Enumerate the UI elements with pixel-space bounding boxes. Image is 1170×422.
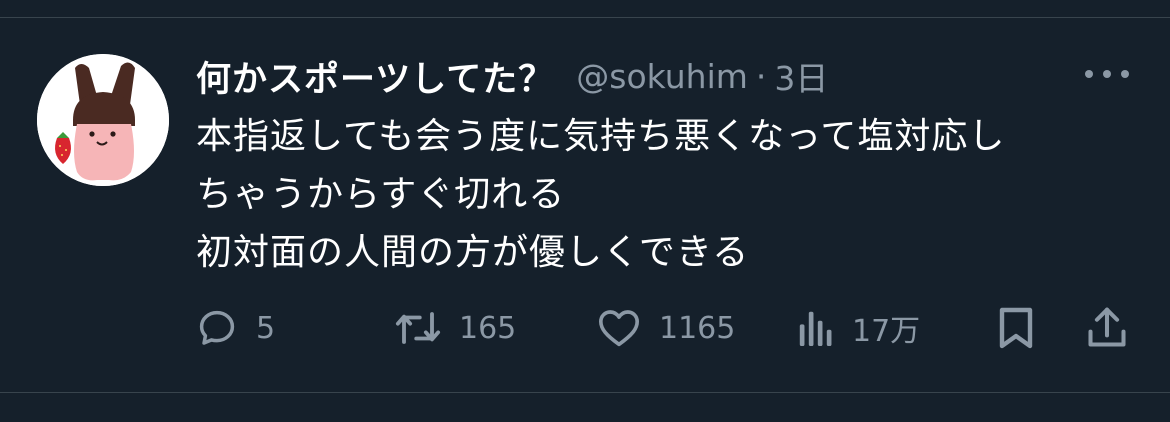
- tweet-text: 本指返しても会う度に気持ち悪くなって塩対応し ちゃうからすぐ切れる 初対面の人間…: [196, 108, 1156, 282]
- bookmark-icon: [999, 307, 1033, 349]
- avatar-image: [37, 54, 169, 186]
- reply-count: 5: [256, 310, 276, 346]
- tweet-text-line: 本指返しても会う度に気持ち悪くなって塩対応し: [196, 116, 1006, 157]
- reply-button[interactable]: 5: [196, 304, 275, 352]
- bookmark-button[interactable]: [998, 304, 1034, 352]
- more-options-icon[interactable]: [1085, 62, 1129, 86]
- tweet-header: 何かスポーツしてた？ @sokuhim · 3日: [196, 48, 828, 104]
- tweet-text-line: ちゃうからすぐ切れる: [196, 174, 566, 215]
- retweet-icon: [395, 312, 441, 344]
- share-icon: [1088, 307, 1126, 347]
- retweet-count: 165: [459, 310, 517, 346]
- bottom-divider: [0, 392, 1170, 393]
- separator-dot: ·: [755, 56, 767, 96]
- tweet-timestamp[interactable]: 3日: [774, 52, 828, 100]
- views-count: 17万: [852, 314, 921, 349]
- tweet-text-line: 初対面の人間の方が優しくできる: [196, 232, 750, 273]
- retweet-button[interactable]: 165: [395, 304, 516, 352]
- display-name[interactable]: 何かスポーツしてた？: [196, 51, 554, 102]
- reply-icon: [199, 310, 235, 345]
- top-divider: [0, 17, 1170, 18]
- avatar[interactable]: [37, 54, 169, 186]
- like-count: 1165: [659, 310, 736, 346]
- heart-icon: [598, 310, 639, 347]
- views-icon: [799, 311, 832, 346]
- user-handle[interactable]: @sokuhim: [576, 57, 748, 96]
- share-button[interactable]: [1086, 304, 1128, 352]
- like-button[interactable]: 1165: [597, 304, 735, 352]
- views-button[interactable]: 17万: [798, 304, 920, 352]
